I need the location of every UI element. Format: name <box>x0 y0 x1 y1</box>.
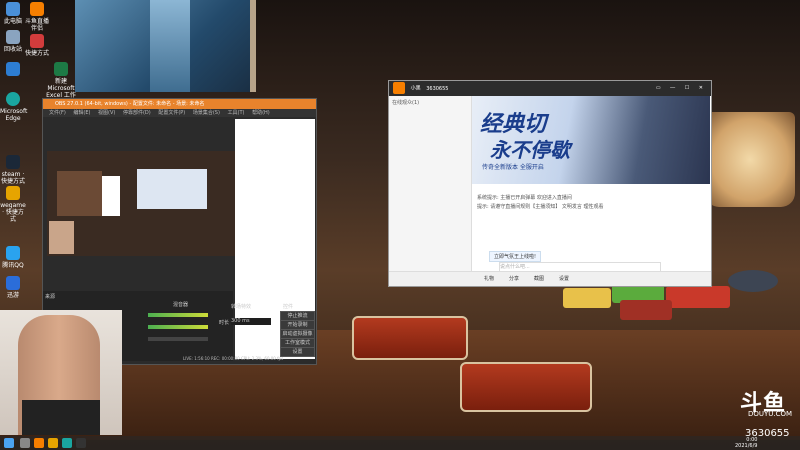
taskbar-edge-icon[interactable] <box>62 438 72 448</box>
obs-menu-profile[interactable]: 配置文件(P) <box>158 110 185 116</box>
obs-settings-button[interactable]: 设置 <box>280 347 315 357</box>
obs-audio-meter <box>148 313 208 317</box>
douyu-title-bar: 小黑 3630655 ▭ ― ☐ ✕ <box>389 81 711 96</box>
desktop-icon-edge[interactable]: Microsoft Edge <box>0 92 27 122</box>
taskbar-obs-icon[interactable] <box>76 438 86 448</box>
taskbar-douyu-icon[interactable] <box>34 438 44 448</box>
qq-game-icon <box>6 276 20 290</box>
banner-subtitle: 传奇全新版本 全服开启 <box>482 164 544 171</box>
preview-obs-thumb <box>57 171 102 216</box>
douyu-window-controls[interactable]: ▭ ― ☐ ✕ <box>656 81 707 96</box>
douyu-settings-button[interactable]: 设置 <box>559 275 569 282</box>
obs-menu-file[interactable]: 文件(F) <box>49 110 66 116</box>
excel-icon <box>54 62 68 76</box>
douyu-gift-tip: 立即气氛王上线啦! <box>489 251 542 262</box>
preview-douyu-thumb <box>137 169 207 209</box>
qq-icon <box>6 246 20 260</box>
desktop-icon-steam[interactable]: steam · 快捷方式 <box>0 155 26 185</box>
shortcut-icon <box>30 34 44 48</box>
obs-menu-scene-collection[interactable]: 场景集合(S) <box>193 110 220 116</box>
wallpaper-cartridge <box>620 300 672 320</box>
douyu-banner[interactable]: 经典切 永不停歇 传奇全新版本 全服开启 <box>472 96 710 184</box>
edge-icon <box>6 92 20 106</box>
obs-title-bar: OBS 27.0.1 (64-bit, windows) - 配置文件: 未命名… <box>43 99 316 109</box>
taskbar <box>0 436 800 450</box>
douyu-icon <box>30 2 44 16</box>
obs-menu-view[interactable]: 视图(V) <box>98 110 115 116</box>
wallpaper-lamp-base <box>728 270 778 292</box>
app-icon <box>6 62 20 76</box>
obs-transitions-header: 转场特效 <box>231 304 252 310</box>
douyu-notice-1: 系统提示: 主播已开启弹幕 欢迎进入直播间 <box>477 195 572 201</box>
obs-audio-meter <box>148 337 208 341</box>
start-icon[interactable] <box>4 438 14 448</box>
obs-menu-help[interactable]: 帮助(H) <box>252 110 270 116</box>
obs-audio-meter <box>148 325 208 329</box>
douyu-screenshot-button[interactable]: 截图 <box>534 275 544 282</box>
computer-icon <box>6 2 20 16</box>
obs-duration-label: 时长 <box>219 320 230 326</box>
wallpaper-cartridge <box>666 286 730 308</box>
douyu-share-button[interactable]: 分享 <box>509 275 519 282</box>
search-icon[interactable] <box>20 438 30 448</box>
wallpaper-lamp-shade <box>705 112 795 207</box>
douyu-notice-2: 提示: 请遵守直播间规则【主播须知】 文明发言 理性观看 <box>477 204 604 210</box>
desktop-icon-qq-game[interactable]: 迅游 <box>0 276 26 299</box>
desktop-icon-shortcut[interactable]: 快捷方式 <box>24 34 50 57</box>
obs-duration-input[interactable]: 300 ms <box>231 318 271 325</box>
douyu-bottom-toolbar: 礼物 分享 截图 设置 <box>389 271 711 286</box>
wegame-icon <box>6 186 20 200</box>
wallpaper-window-pane <box>150 0 190 92</box>
taskbar-folder-icon[interactable] <box>48 438 58 448</box>
obs-sources-header: 来源 <box>45 294 56 300</box>
desktop-icon-douyu-companion[interactable]: 斗鱼直播伴侣 <box>24 2 50 32</box>
banner-title-line2: 永不停歇 <box>490 138 570 162</box>
preview-webcam-thumb <box>49 221 74 254</box>
preview-white-panel <box>102 176 120 216</box>
obs-menu-tools[interactable]: 工具(T) <box>228 110 245 116</box>
douyu-gift-button[interactable]: 礼物 <box>484 275 494 282</box>
desktop-icon-app[interactable] <box>0 62 26 78</box>
douyu-room-name: 小黑 <box>410 85 421 92</box>
obs-status-bar: LIVE: 1:56:10 REC: 00:00:00 CPU: 2.3%, 6… <box>183 356 284 361</box>
wallpaper-gamepad-left <box>352 316 468 360</box>
desktop-icon-recycle-bin[interactable]: 回收站 <box>0 30 26 53</box>
obs-controls-header: 控件 <box>283 304 294 310</box>
obs-menu-docks[interactable]: 停靠部件(D) <box>123 110 151 116</box>
douyu-sidebar: 在线观众(1) <box>389 96 472 271</box>
steam-icon <box>6 155 20 169</box>
douyu-client-window: 小黑 3630655 ▭ ― ☐ ✕ 在线观众(1) 经典切 永不停歇 传奇全新… <box>388 80 712 287</box>
obs-mixer-header: 混音器 <box>173 302 189 308</box>
webcam-person-shorts <box>22 400 100 435</box>
obs-menu-edit[interactable]: 编辑(E) <box>73 110 90 116</box>
desktop-icon-qq[interactable]: 腾讯QQ <box>0 246 26 269</box>
douyu-watermark-domain: DOUYU.COM <box>748 410 793 418</box>
douyu-logo-icon <box>393 82 405 94</box>
desktop-icon-computer[interactable]: 此电脑 <box>0 2 26 25</box>
obs-preview-canvas[interactable] <box>47 151 235 256</box>
douyu-room-id: 3630655 <box>426 85 449 92</box>
wallpaper-gamepad-right <box>460 362 592 412</box>
wallpaper-cartridge <box>563 288 611 308</box>
recycle-bin-icon <box>6 30 20 44</box>
obs-menu-bar: 文件(F) 编辑(E) 视图(V) 停靠部件(D) 配置文件(P) 场景集合(S… <box>43 109 316 117</box>
desktop-icon-wegame[interactable]: wegame · 快捷方式 <box>0 186 26 223</box>
taskbar-clock[interactable]: 0:00 2021/6/9 <box>735 437 757 449</box>
taskbar-date: 2021/6/9 <box>735 443 758 449</box>
douyu-sidebar-title: 在线观众(1) <box>392 100 420 106</box>
